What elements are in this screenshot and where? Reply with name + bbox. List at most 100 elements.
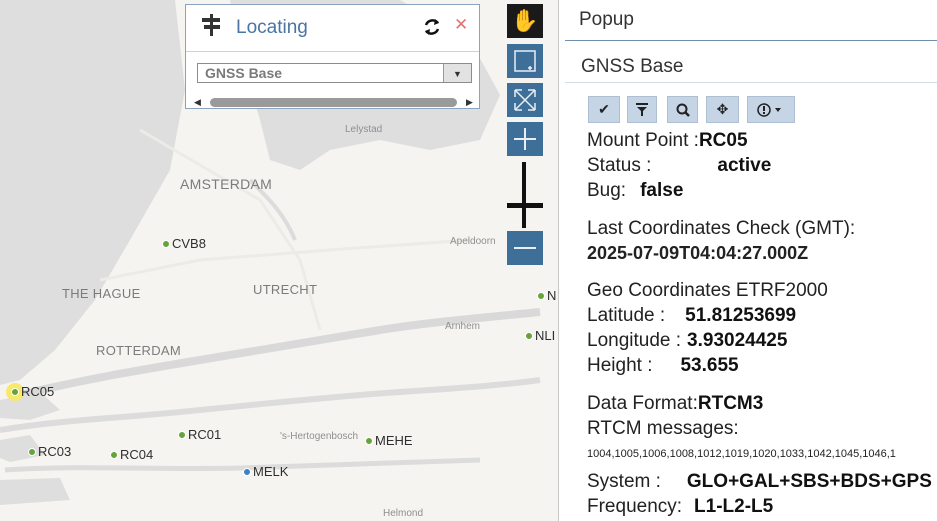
divider (565, 40, 937, 41)
zoom-icon (676, 103, 690, 117)
status-label: Status : (587, 155, 652, 176)
popup-subtitle: GNSS Base (581, 56, 684, 77)
bug-value: false (640, 180, 684, 201)
layer-select-value: GNSS Base (205, 65, 283, 81)
info-dropdown-button[interactable] (747, 96, 795, 123)
map-view[interactable]: Lelystad AMSTERDAM Apeldoorn THE HAGUE U… (0, 0, 558, 521)
height-row: Height : 53.655 (587, 355, 739, 377)
zoom-box-button[interactable] (507, 44, 543, 78)
station-label: MEHE (375, 433, 413, 448)
system-row: System : GLO+GAL+SBS+BDS+GPS (587, 471, 932, 493)
station-label: RC01 (188, 427, 222, 442)
mount-point-row: Mount Point :RC05 (587, 130, 748, 152)
hand-pan-icon: ✋ (511, 8, 539, 33)
zoom-box-icon (514, 50, 536, 72)
station-marker-partial-n[interactable]: N (537, 288, 556, 303)
system-label: System : (587, 471, 661, 492)
check-button[interactable]: ✔ (588, 96, 620, 123)
last-check-label: Last Coordinates Check (GMT): (587, 218, 856, 239)
station-label: NLI (535, 328, 556, 343)
chevron-down-icon[interactable]: ▼ (443, 64, 471, 82)
station-dot (537, 291, 545, 300)
close-icon[interactable]: ✕ (454, 15, 468, 35)
data-format-value: RTCM3 (697, 393, 764, 414)
map-label-s-hertogenbosch: 's-Hertogenbosch (280, 431, 359, 442)
locate-button[interactable]: ✥ (706, 96, 739, 123)
station-dot (178, 430, 186, 439)
station-label: RC05 (21, 384, 55, 399)
map-label-arnhem: Arnhem (445, 321, 481, 332)
station-label: CVB8 (172, 236, 206, 251)
refresh-icon[interactable] (422, 17, 442, 43)
station-dot (365, 436, 373, 445)
locate-icon: ✥ (716, 101, 729, 117)
station-marker-melk[interactable]: MELK (243, 464, 288, 479)
zoom-in-icon (514, 128, 536, 150)
popup-title: Popup (579, 9, 634, 30)
station-marker-partial-nl[interactable]: NLI (525, 328, 555, 343)
data-format-label: Data Format: (587, 393, 698, 414)
station-dot (110, 450, 118, 459)
station-label: RC03 (38, 444, 72, 459)
zoom-to-button[interactable] (667, 96, 698, 123)
longitude-label: Longitude : (587, 330, 682, 351)
check-icon: ✔ (598, 101, 610, 117)
station-dot-selected (11, 387, 19, 396)
hand-pan-button[interactable]: ✋ (507, 4, 543, 38)
layer-select[interactable]: GNSS Base ▼ (197, 63, 472, 83)
map-label-rotterdam: ROTTERDAM (96, 343, 182, 358)
longitude-value: 3.93024425 (687, 330, 788, 351)
zoom-out-button[interactable] (507, 231, 543, 265)
station-marker-rc05[interactable]: RC05 (11, 384, 54, 399)
locating-panel: Locating ✕ GNSS Base ▼ ◀ ▶ (185, 4, 480, 109)
data-format-row: Data Format:RTCM3 (587, 393, 763, 415)
station-dot (243, 467, 251, 476)
filter-icon (636, 102, 648, 116)
map-label-the-hague: THE HAGUE (62, 286, 141, 301)
station-dot (525, 331, 533, 340)
height-label: Height : (587, 355, 653, 376)
latitude-value: 51.81253699 (685, 305, 797, 326)
mount-point-label: Mount Point : (587, 130, 699, 151)
map-label-utrecht: UTRECHT (253, 282, 318, 297)
geo-coordinates-label: Geo Coordinates ETRF2000 (587, 280, 828, 301)
fullscreen-button[interactable] (507, 83, 543, 117)
station-label: N (547, 288, 557, 303)
rtcm-messages-value: 1004,1005,1006,1008,1012,1019,1020,1033,… (587, 448, 896, 460)
signpost-icon (200, 13, 226, 43)
frequency-label: Frequency: (587, 496, 683, 517)
popup-panel: Popup GNSS Base ✔ ✥ Mount Point :RC05 St… (558, 0, 937, 521)
map-label-helmond: Helmond (383, 508, 424, 519)
station-marker-mehe[interactable]: MEHE (365, 433, 413, 448)
station-marker-rc01[interactable]: RC01 (178, 427, 221, 442)
zoom-slider-handle[interactable] (507, 203, 543, 208)
zoom-out-icon (514, 247, 536, 249)
status-value: active (717, 155, 772, 176)
locating-header: Locating ✕ (186, 5, 479, 52)
frequency-value: L1-L2-L5 (694, 496, 774, 517)
divider (565, 82, 937, 83)
bug-row: Bug: false (587, 180, 683, 202)
locating-title: Locating (236, 17, 308, 38)
status-row: Status : active (587, 155, 771, 177)
station-dot (162, 239, 170, 248)
map-label-amsterdam: AMSTERDAM (180, 176, 273, 192)
map-label-lelystad: Lelystad (345, 124, 383, 135)
system-value: GLO+GAL+SBS+BDS+GPS (686, 471, 932, 492)
station-marker-rc04[interactable]: RC04 (110, 447, 153, 462)
scroll-right-icon[interactable]: ▶ (466, 97, 473, 108)
scroll-left-icon[interactable]: ◀ (194, 97, 201, 108)
filter-button[interactable] (627, 96, 657, 123)
station-marker-rc03[interactable]: RC03 (28, 444, 71, 459)
height-value: 53.655 (680, 355, 739, 376)
horizontal-scrollbar[interactable]: ◀ ▶ (194, 97, 476, 107)
bug-label: Bug: (587, 180, 627, 201)
latitude-row: Latitude : 51.81253699 (587, 305, 796, 327)
zoom-slider-track[interactable] (522, 162, 526, 228)
last-check-value: 2025-07-09T04:04:27.000Z (587, 243, 809, 263)
station-marker-cvb8[interactable]: CVB8 (162, 236, 206, 251)
station-label: MELK (253, 464, 289, 479)
rtcm-messages-label: RTCM messages: (587, 418, 739, 439)
scrollbar-thumb[interactable] (210, 98, 457, 107)
zoom-in-button[interactable] (507, 122, 543, 156)
